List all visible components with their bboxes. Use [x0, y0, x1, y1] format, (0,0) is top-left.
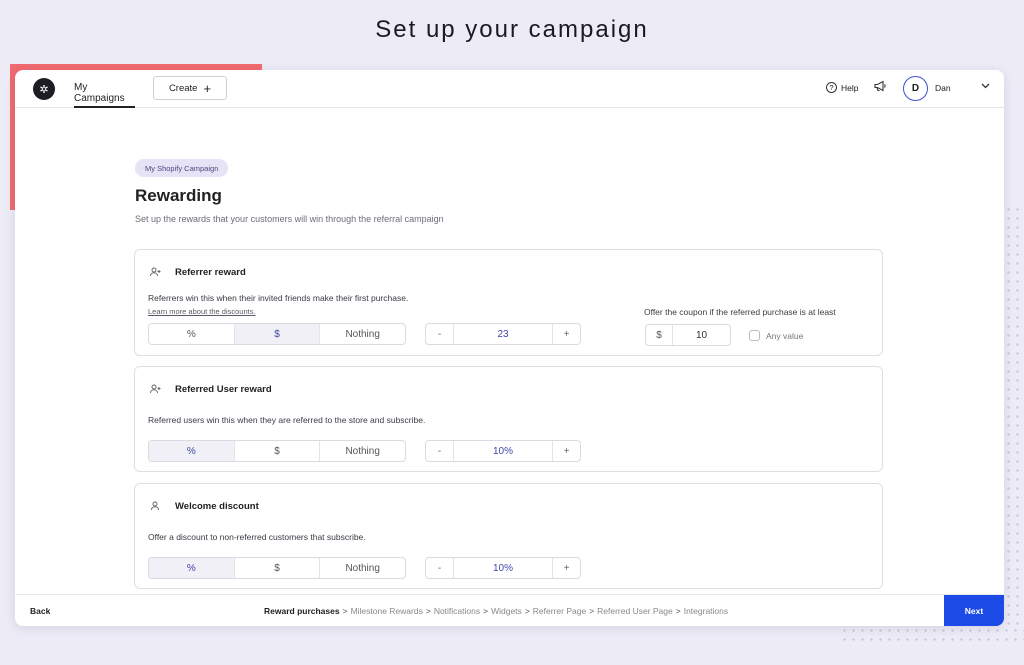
reward-type-selector: % $ Nothing — [148, 440, 406, 462]
decorative-dots-bottom — [840, 626, 1024, 646]
referrer-reward-card: Referrer reward Referrers win this when … — [134, 249, 883, 356]
any-value-checkbox[interactable]: Any value — [749, 330, 803, 341]
step-separator: > — [589, 606, 595, 616]
step-referred-user-page[interactable]: Referred User Page — [597, 606, 673, 616]
top-navigation-bar: ✲ My Campaigns Create + ? Help D Dan — [15, 70, 1004, 108]
referred-user-reward-card: Referred User reward Referred users win … — [134, 366, 883, 472]
step-separator: > — [483, 606, 489, 616]
wizard-steps-breadcrumb: Reward purchases > Milestone Rewards > N… — [264, 606, 728, 616]
help-button[interactable]: ? Help — [826, 82, 858, 93]
reward-amount-value[interactable]: 10% — [453, 441, 553, 461]
wizard-footer: Back Reward purchases > Milestone Reward… — [15, 594, 1004, 626]
any-value-label: Any value — [766, 330, 804, 341]
card-description: Referrers win this when their invited fr… — [148, 293, 409, 303]
next-button[interactable]: Next — [944, 595, 1004, 626]
decorative-dots-right — [1004, 205, 1024, 625]
user-icon — [148, 499, 162, 513]
increment-button[interactable]: + — [553, 558, 580, 578]
create-button[interactable]: Create + — [153, 76, 227, 100]
reward-type-selector: % $ Nothing — [148, 323, 406, 345]
user-plus-icon — [148, 265, 162, 279]
decrement-button[interactable]: - — [426, 324, 453, 344]
welcome-discount-card: Welcome discount Offer a discount to non… — [134, 483, 883, 589]
reward-type-percent[interactable]: % — [149, 558, 235, 578]
help-icon: ? — [826, 82, 837, 93]
user-name[interactable]: Dan — [935, 83, 951, 93]
coupon-threshold-input[interactable]: $ 10 — [645, 324, 731, 346]
step-separator: > — [675, 606, 681, 616]
currency-symbol: $ — [646, 325, 673, 345]
reward-type-nothing[interactable]: Nothing — [320, 558, 405, 578]
aperture-logo-icon[interactable]: ✲ — [33, 78, 55, 100]
reward-type-selector: % $ Nothing — [148, 557, 406, 579]
step-separator: > — [425, 606, 431, 616]
step-integrations[interactable]: Integrations — [684, 606, 728, 616]
step-separator: > — [342, 606, 348, 616]
reward-type-percent[interactable]: % — [149, 324, 235, 344]
card-title: Referrer reward — [175, 267, 246, 278]
reward-type-nothing[interactable]: Nothing — [320, 441, 405, 461]
step-widgets[interactable]: Widgets — [491, 606, 522, 616]
card-description: Offer a discount to non-referred custome… — [148, 532, 366, 542]
reward-type-nothing[interactable]: Nothing — [320, 324, 405, 344]
step-reward-purchases[interactable]: Reward purchases — [264, 606, 340, 616]
campaign-name-badge: My Shopify Campaign — [135, 159, 229, 177]
card-description: Referred users win this when they are re… — [148, 415, 426, 425]
reward-type-dollar[interactable]: $ — [235, 558, 321, 578]
step-separator: > — [524, 606, 530, 616]
increment-button[interactable]: + — [553, 324, 580, 344]
avatar[interactable]: D — [903, 76, 928, 101]
coupon-threshold-label: Offer the coupon if the referred purchas… — [644, 307, 836, 317]
user-plus-icon — [148, 382, 162, 396]
chevron-down-icon[interactable] — [981, 81, 990, 92]
page-heading: Set up your campaign — [375, 16, 649, 43]
reward-type-percent[interactable]: % — [149, 441, 235, 461]
step-notifications[interactable]: Notifications — [434, 606, 480, 616]
reward-amount-stepper: - 23 + — [425, 323, 581, 345]
plus-icon: + — [203, 80, 212, 96]
tab-my-campaigns[interactable]: My Campaigns — [74, 70, 135, 108]
card-title: Referred User reward — [175, 384, 272, 395]
decrement-button[interactable]: - — [426, 558, 453, 578]
megaphone-icon[interactable] — [874, 80, 887, 95]
reward-type-dollar[interactable]: $ — [235, 441, 321, 461]
step-referrer-page[interactable]: Referrer Page — [533, 606, 586, 616]
reward-amount-value[interactable]: 23 — [453, 324, 553, 344]
increment-button[interactable]: + — [553, 441, 580, 461]
back-button[interactable]: Back — [30, 606, 50, 616]
checkbox[interactable] — [749, 330, 760, 341]
coupon-threshold-value[interactable]: 10 — [673, 325, 730, 345]
learn-more-link[interactable]: Learn more about the discounts. — [148, 307, 256, 316]
create-button-label: Create — [168, 82, 198, 94]
app-window: ✲ My Campaigns Create + ? Help D Dan My … — [15, 70, 1004, 626]
reward-amount-stepper: - 10% + — [425, 557, 581, 579]
reward-amount-stepper: - 10% + — [425, 440, 581, 462]
card-title: Welcome discount — [175, 501, 259, 512]
page-subtitle: Set up the rewards that your customers w… — [135, 214, 444, 224]
decrement-button[interactable]: - — [426, 441, 453, 461]
page-title: Rewarding — [135, 186, 222, 205]
reward-type-dollar[interactable]: $ — [234, 324, 321, 344]
reward-amount-value[interactable]: 10% — [453, 558, 553, 578]
help-label: Help — [841, 82, 859, 93]
step-milestone-rewards[interactable]: Milestone Rewards — [351, 606, 423, 616]
